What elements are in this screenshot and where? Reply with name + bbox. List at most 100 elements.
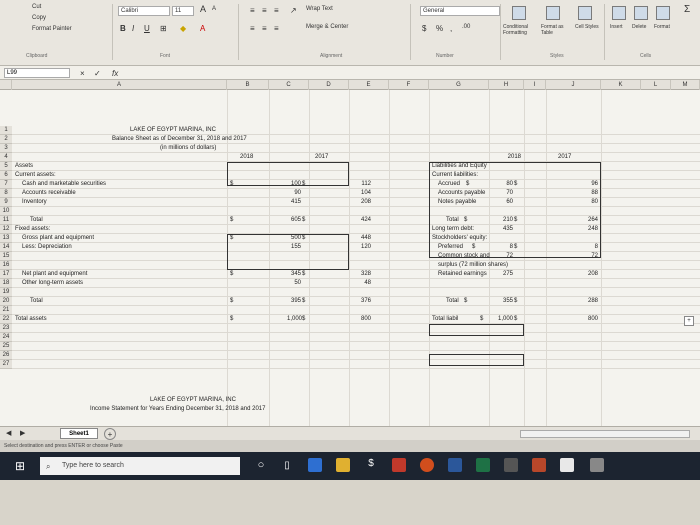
row-header[interactable]: 8 bbox=[0, 189, 12, 198]
cell-title1[interactable]: LAKE OF EGYPT MARINA, INC bbox=[130, 126, 216, 135]
font-color-icon[interactable]: A bbox=[200, 24, 205, 33]
cell-np[interactable]: Notes payable bbox=[438, 198, 476, 207]
cell-dollar[interactable]: $ bbox=[514, 216, 517, 225]
cortana-icon[interactable]: ○ bbox=[254, 458, 268, 472]
cell-total[interactable]: Total bbox=[30, 297, 43, 306]
cell-inventory[interactable]: Inventory bbox=[22, 198, 47, 207]
add-sheet-button[interactable]: + bbox=[104, 428, 116, 440]
paste-options-icon[interactable]: + bbox=[684, 316, 694, 326]
cell-total-assets[interactable]: Total assets bbox=[15, 315, 47, 324]
column-header[interactable]: B bbox=[227, 80, 269, 90]
cell-value[interactable]: 155 bbox=[269, 243, 301, 252]
cell-total[interactable]: Total bbox=[446, 216, 459, 225]
cell-dollar[interactable]: $ bbox=[230, 216, 233, 225]
cell-common-a[interactable]: Common stock and bbox=[438, 252, 490, 261]
cell-retained[interactable]: Retained earnings bbox=[438, 270, 487, 279]
column-header[interactable]: F bbox=[389, 80, 429, 90]
cell-styles-button[interactable]: Cell Styles bbox=[575, 24, 599, 30]
row-header[interactable]: 12 bbox=[0, 225, 12, 234]
merge-center-button[interactable]: Merge & Center bbox=[306, 24, 348, 30]
align-middle-icon[interactable]: ≡ bbox=[262, 6, 267, 15]
cell-net-plant[interactable]: Net plant and equipment bbox=[22, 270, 87, 279]
row-header[interactable]: 26 bbox=[0, 351, 12, 360]
insert-button[interactable]: Insert bbox=[610, 24, 623, 30]
row-header[interactable]: 1 bbox=[0, 126, 12, 135]
cell-value[interactable]: 500 bbox=[269, 234, 301, 243]
column-header[interactable]: I bbox=[524, 80, 546, 90]
row-header[interactable]: 5 bbox=[0, 162, 12, 171]
cell-value[interactable]: 8 bbox=[489, 243, 513, 252]
align-left-icon[interactable]: ≡ bbox=[250, 24, 255, 33]
store-icon[interactable]: $ bbox=[364, 458, 378, 472]
cell-dollar[interactable]: $ bbox=[480, 315, 483, 324]
cell-2018[interactable]: 2018 bbox=[240, 153, 253, 162]
column-header[interactable]: D bbox=[309, 80, 349, 90]
cell-dollar[interactable]: $ bbox=[230, 297, 233, 306]
format-table-button[interactable]: Format as Table bbox=[541, 24, 573, 36]
cell-value[interactable]: 395 bbox=[269, 297, 301, 306]
chrome-icon[interactable] bbox=[420, 458, 434, 472]
cell-dollar[interactable]: $ bbox=[514, 315, 517, 324]
format-table-icon[interactable] bbox=[546, 6, 560, 20]
number-format-select[interactable]: General bbox=[420, 6, 500, 16]
cell-dollar[interactable]: $ bbox=[472, 243, 475, 252]
cell-se[interactable]: Stockholders' equity: bbox=[432, 234, 487, 243]
row-header[interactable]: 17 bbox=[0, 270, 12, 279]
row-header[interactable]: 13 bbox=[0, 234, 12, 243]
column-header[interactable]: H bbox=[489, 80, 524, 90]
row-header[interactable]: 3 bbox=[0, 144, 12, 153]
borders-icon[interactable]: ⊞ bbox=[160, 24, 167, 33]
cell-fixed-assets[interactable]: Fixed assets: bbox=[15, 225, 50, 234]
cell-less-dep[interactable]: Less: Depreciation bbox=[22, 243, 72, 252]
cell-value[interactable]: 80 bbox=[574, 198, 598, 207]
cell-liab-eq[interactable]: Liabilities and Equity bbox=[432, 162, 487, 171]
cell-value[interactable]: 605 bbox=[269, 216, 301, 225]
cell-dollar[interactable]: $ bbox=[302, 315, 305, 324]
cell-dollar[interactable]: $ bbox=[464, 216, 467, 225]
delete-cells-icon[interactable] bbox=[634, 6, 648, 20]
app-icon[interactable] bbox=[392, 458, 406, 472]
autosum-button[interactable]: Σ bbox=[684, 4, 690, 15]
bold-button[interactable]: B bbox=[120, 24, 126, 33]
row-header[interactable]: 15 bbox=[0, 252, 12, 261]
percent-button[interactable]: % bbox=[436, 24, 443, 33]
orientation-icon[interactable]: ↗ bbox=[290, 6, 297, 15]
cell-dollar[interactable]: $ bbox=[302, 270, 305, 279]
currency-button[interactable]: $ bbox=[422, 24, 426, 33]
column-header[interactable]: J bbox=[546, 80, 601, 90]
align-top-icon[interactable]: ≡ bbox=[250, 6, 255, 15]
cell-value[interactable]: 88 bbox=[574, 189, 598, 198]
cell-value[interactable]: 328 bbox=[349, 270, 371, 279]
column-header[interactable]: C bbox=[269, 80, 309, 90]
cell-2018[interactable]: 2018 bbox=[489, 153, 521, 162]
cell-value[interactable]: 1,000 bbox=[260, 315, 302, 324]
cell-cash[interactable]: Cash and marketable securities bbox=[22, 180, 106, 189]
cell-value[interactable]: 48 bbox=[349, 279, 371, 288]
column-header[interactable]: A bbox=[12, 80, 227, 90]
enter-icon[interactable]: ✓ bbox=[94, 69, 101, 78]
row-header[interactable]: 22 bbox=[0, 315, 12, 324]
cell-dollar[interactable]: $ bbox=[514, 297, 517, 306]
cell-assets[interactable]: Assets bbox=[15, 162, 33, 171]
cell-gross-plant[interactable]: Gross plant and equipment bbox=[22, 234, 94, 243]
cell-title3[interactable]: (in millions of dollars) bbox=[160, 144, 216, 153]
cell-dollar[interactable]: $ bbox=[464, 297, 467, 306]
cell-dollar[interactable]: $ bbox=[302, 180, 305, 189]
excel-icon[interactable] bbox=[476, 458, 490, 472]
cell-value[interactable]: 800 bbox=[574, 315, 598, 324]
conditional-formatting-button[interactable]: Conditional Formatting bbox=[503, 24, 543, 36]
align-right-icon[interactable]: ≡ bbox=[274, 24, 279, 33]
row-header[interactable]: 25 bbox=[0, 342, 12, 351]
cell-value[interactable]: 70 bbox=[489, 189, 513, 198]
column-header[interactable]: L bbox=[641, 80, 671, 90]
format-cells-icon[interactable] bbox=[656, 6, 670, 20]
cell-value[interactable]: 424 bbox=[349, 216, 371, 225]
decimal-button[interactable]: .00 bbox=[462, 24, 470, 30]
column-header[interactable]: K bbox=[601, 80, 641, 90]
cell-is-title1[interactable]: LAKE OF EGYPT MARINA, INC bbox=[150, 396, 236, 405]
cell-dollar[interactable]: $ bbox=[230, 315, 233, 324]
cell-value[interactable]: 355 bbox=[489, 297, 513, 306]
cell-value[interactable]: 50 bbox=[269, 279, 301, 288]
worksheet-grid[interactable]: 1 2 3 4 5 6 7 8 9 10 11 12 13 14 15 16 17 18 19 20 21 22 23 24 2… bbox=[0, 90, 700, 426]
conditional-formatting-icon[interactable] bbox=[512, 6, 526, 20]
